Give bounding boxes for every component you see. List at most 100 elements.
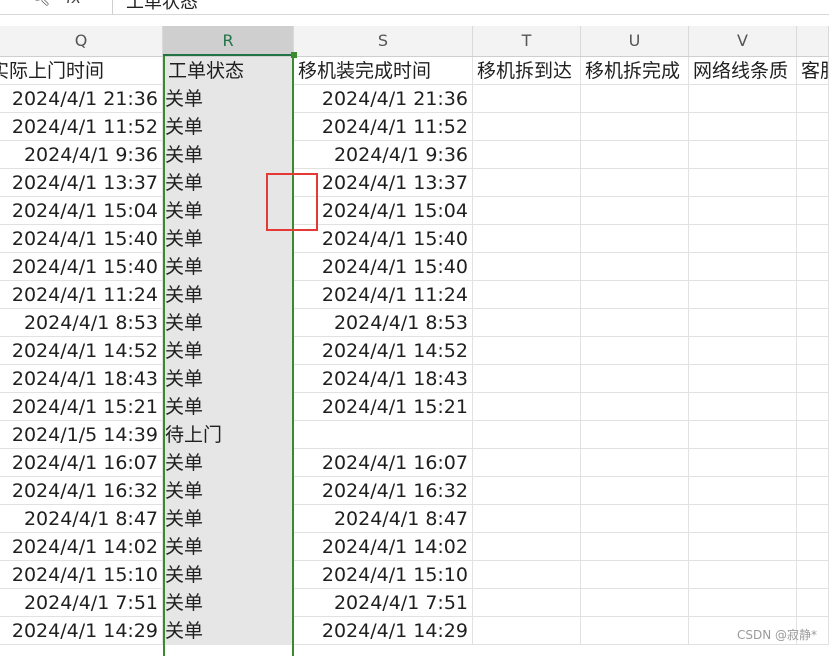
cell-s[interactable]: 2024/4/1 15:21 [294, 393, 473, 421]
cell-w[interactable] [797, 281, 829, 309]
cell-s[interactable]: 2024/4/1 8:47 [294, 505, 473, 533]
column-header-u[interactable]: U [581, 26, 689, 56]
cell-u[interactable] [581, 589, 689, 617]
cell-v[interactable] [689, 85, 797, 113]
cell-t[interactable] [473, 421, 581, 449]
cell-v[interactable] [689, 281, 797, 309]
cell-s[interactable]: 2024/4/1 13:37 [294, 169, 473, 197]
cell-u[interactable] [581, 477, 689, 505]
cell-q[interactable]: 2024/4/1 15:40 [0, 253, 163, 281]
cell-t[interactable] [473, 533, 581, 561]
cell-v[interactable] [689, 225, 797, 253]
cell-r[interactable]: 关单 [163, 169, 294, 197]
cell-t[interactable] [473, 505, 581, 533]
cell-s[interactable]: 2024/4/1 15:40 [294, 253, 473, 281]
cell-v[interactable] [689, 505, 797, 533]
cell-w[interactable] [797, 477, 829, 505]
cell-v[interactable] [689, 589, 797, 617]
cell-u[interactable] [581, 337, 689, 365]
zoom-icon[interactable]: 🔍︎ [30, 0, 50, 7]
cell-q[interactable]: 2024/4/1 15:40 [0, 225, 163, 253]
cell-u[interactable] [581, 365, 689, 393]
cell-t[interactable] [473, 337, 581, 365]
column-header-v[interactable]: V [689, 26, 797, 56]
cell-u[interactable] [581, 113, 689, 141]
cell-w[interactable] [797, 589, 829, 617]
formula-input[interactable]: 工单状态 [126, 0, 198, 14]
cell-q[interactable]: 2024/4/1 14:02 [0, 533, 163, 561]
cell-s[interactable]: 2024/4/1 16:32 [294, 477, 473, 505]
cell-q[interactable]: 2024/4/1 15:04 [0, 197, 163, 225]
cell-s[interactable]: 2024/4/1 9:36 [294, 141, 473, 169]
cell-q[interactable]: 2024/4/1 14:52 [0, 337, 163, 365]
cell-u[interactable] [581, 253, 689, 281]
cell-v[interactable] [689, 421, 797, 449]
cell-t[interactable] [473, 225, 581, 253]
cell-t[interactable] [473, 253, 581, 281]
cell-u[interactable] [581, 281, 689, 309]
cell-t[interactable] [473, 197, 581, 225]
cell-v[interactable] [689, 561, 797, 589]
cell-s[interactable]: 2024/4/1 15:10 [294, 561, 473, 589]
cell-r[interactable]: 关单 [163, 393, 294, 421]
cell-v[interactable] [689, 309, 797, 337]
cell-q[interactable]: 2024/4/1 8:53 [0, 309, 163, 337]
cell-q[interactable]: 2024/4/1 16:32 [0, 477, 163, 505]
cell-r[interactable]: 关单 [163, 281, 294, 309]
cell-t[interactable] [473, 477, 581, 505]
cell-u[interactable] [581, 85, 689, 113]
cell-w[interactable] [797, 113, 829, 141]
cell-w[interactable] [797, 85, 829, 113]
cell-q[interactable]: 2024/4/1 7:51 [0, 589, 163, 617]
cell-q[interactable]: 2024/4/1 21:36 [0, 85, 163, 113]
cell-s[interactable]: 2024/4/1 7:51 [294, 589, 473, 617]
cell-w[interactable] [797, 337, 829, 365]
cell-w[interactable] [797, 561, 829, 589]
cell-t[interactable] [473, 617, 581, 645]
cell-q[interactable]: 2024/4/1 11:52 [0, 113, 163, 141]
cell-u[interactable] [581, 169, 689, 197]
cell-q[interactable]: 2024/4/1 16:07 [0, 449, 163, 477]
header-cell-v[interactable]: 网络线条质 [689, 57, 797, 85]
cell-s[interactable]: 2024/4/1 14:52 [294, 337, 473, 365]
cell-v[interactable] [689, 113, 797, 141]
fx-label[interactable]: fx [66, 0, 81, 7]
cell-t[interactable] [473, 589, 581, 617]
cell-r[interactable]: 关单 [163, 589, 294, 617]
cell-r[interactable]: 关单 [163, 113, 294, 141]
cell-r[interactable]: 关单 [163, 477, 294, 505]
cell-s[interactable]: 2024/4/1 11:52 [294, 113, 473, 141]
cell-w[interactable] [797, 505, 829, 533]
cell-v[interactable] [689, 449, 797, 477]
cell-s[interactable]: 2024/4/1 21:36 [294, 85, 473, 113]
cell-t[interactable] [473, 281, 581, 309]
cell-u[interactable] [581, 197, 689, 225]
cell-u[interactable] [581, 449, 689, 477]
cell-u[interactable] [581, 309, 689, 337]
cell-s[interactable]: 2024/4/1 18:43 [294, 365, 473, 393]
cell-s[interactable]: 2024/4/1 8:53 [294, 309, 473, 337]
cell-t[interactable] [473, 85, 581, 113]
cell-q[interactable]: 2024/1/5 14:39 [0, 421, 163, 449]
cell-r[interactable]: 关单 [163, 337, 294, 365]
cell-q[interactable]: 2024/4/1 14:29 [0, 617, 163, 645]
cell-s[interactable]: 2024/4/1 11:24 [294, 281, 473, 309]
cell-r[interactable]: 待上门 [163, 421, 294, 449]
cell-w[interactable] [797, 393, 829, 421]
column-header-t[interactable]: T [473, 26, 581, 56]
cell-v[interactable] [689, 337, 797, 365]
header-cell-t[interactable]: 移机拆到达 [473, 57, 581, 85]
cell-u[interactable] [581, 617, 689, 645]
cell-w[interactable] [797, 197, 829, 225]
column-header-r[interactable]: R [163, 26, 294, 56]
cell-t[interactable] [473, 309, 581, 337]
cell-t[interactable] [473, 169, 581, 197]
cell-w[interactable] [797, 169, 829, 197]
cell-t[interactable] [473, 141, 581, 169]
cell-v[interactable] [689, 477, 797, 505]
cell-v[interactable] [689, 197, 797, 225]
cell-w[interactable] [797, 449, 829, 477]
cell-q[interactable]: 2024/4/1 13:37 [0, 169, 163, 197]
cell-s[interactable]: 2024/4/1 14:29 [294, 617, 473, 645]
cell-w[interactable] [797, 365, 829, 393]
